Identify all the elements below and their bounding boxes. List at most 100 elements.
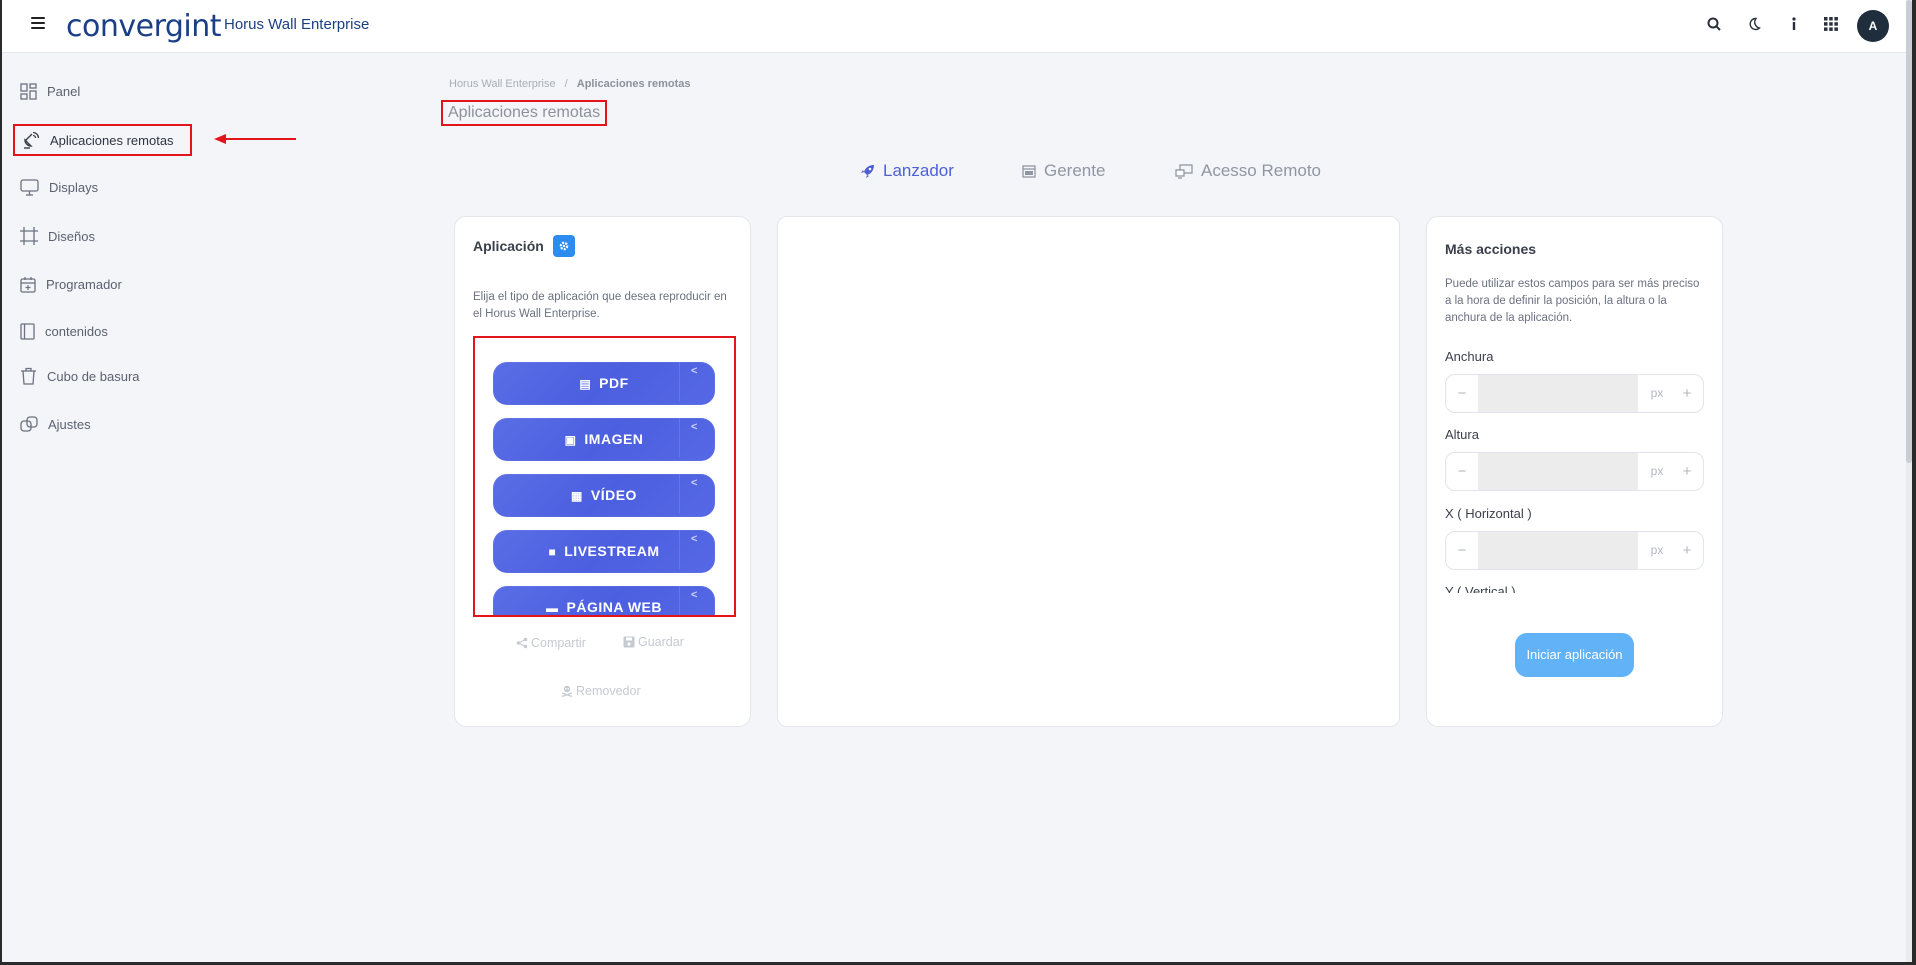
height-stepper: − px + (1445, 452, 1704, 491)
breadcrumb-current: Aplicaciones remotas (576, 78, 691, 90)
sidebar-item-label: Displays (49, 179, 99, 195)
skull-crossbones-icon (561, 685, 573, 697)
pagina-web-button-label: PÁGINA WEB (566, 599, 662, 615)
increment-button[interactable]: + (1671, 375, 1703, 412)
sidebar-item-label: Panel (47, 83, 81, 99)
sidebar-item-contenidos[interactable]: contenidos (20, 316, 108, 346)
share-icon[interactable]: < (679, 582, 709, 615)
share-action-label: Compartir (531, 636, 586, 650)
more-actions-description: Puede utilizar estos campos para ser más… (1445, 278, 1700, 324)
tab-lanzador[interactable]: Lanzador (860, 161, 954, 181)
remove-action[interactable]: Removedor (561, 684, 641, 698)
image-icon: ▣ (564, 433, 577, 447)
sidebar-item-label: Diseños (48, 228, 95, 244)
share-icon[interactable]: < (679, 526, 709, 569)
sidebar-item-label: Ajustes (48, 416, 91, 432)
x-horizontal-label: X ( Horizontal ) (1445, 506, 1532, 521)
share-icon[interactable]: < (679, 414, 709, 457)
sidebar-item-disenos[interactable]: Diseños (20, 221, 95, 251)
application-buttons-panel: ▤ PDF < ▣ IMAGEN < ▦ VÍDEO < ■ LIVESTREAM < … (473, 336, 736, 617)
decrement-button[interactable]: − (1446, 532, 1478, 569)
width-input[interactable] (1478, 375, 1638, 412)
video-button[interactable]: ▦ VÍDEO < (493, 470, 715, 517)
web-page-icon: ▬ (546, 601, 559, 615)
book-icon (20, 322, 35, 340)
increment-button[interactable]: + (1671, 532, 1703, 569)
imagen-button[interactable]: ▣ IMAGEN < (493, 414, 715, 461)
rocket-icon (861, 164, 874, 178)
unit-label: px (1650, 464, 1664, 478)
info-icon[interactable] (1782, 14, 1806, 38)
preview-canvas[interactable] (777, 216, 1400, 727)
apps-grid-icon[interactable] (1819, 14, 1843, 38)
sidebar-item-label: Programador (46, 276, 122, 292)
breadcrumb-separator: / (564, 78, 568, 90)
y-vertical-label: Y ( Vertical ) (1445, 584, 1516, 593)
x-input[interactable] (1478, 532, 1638, 569)
monitor-icon (20, 178, 39, 196)
breadcrumb-root[interactable]: Horus Wall Enterprise (449, 78, 556, 90)
sidebar-item-label: contenidos (45, 323, 108, 339)
product-name: Horus Wall Enterprise (224, 16, 370, 33)
x-stepper: − px + (1445, 531, 1704, 570)
logo-text: convergint (66, 9, 222, 44)
height-input[interactable] (1478, 453, 1638, 490)
sidebar-item-label: Aplicaciones remotas (50, 132, 174, 148)
file-pdf-icon: ▤ (579, 377, 592, 391)
scrollbar-thumb[interactable] (1906, 0, 1912, 463)
save-icon (623, 636, 635, 648)
decrement-button[interactable]: − (1446, 453, 1478, 490)
dashboard-icon (20, 82, 37, 100)
width-label: Anchura (1445, 349, 1494, 364)
window-icon (1022, 164, 1036, 178)
page-scrollbar[interactable] (1906, 0, 1912, 962)
red-arrow-annotation (214, 134, 296, 144)
gear-icon[interactable] (553, 235, 575, 257)
width-stepper: − px + (1445, 374, 1704, 413)
remote-desktop-icon (1175, 163, 1193, 179)
moon-icon[interactable] (1742, 14, 1766, 38)
sidebar-item-cubo-de-basura[interactable]: Cubo de basura (20, 361, 140, 391)
y-field-clip: Y ( Vertical ) (1445, 584, 1707, 593)
share-icon[interactable]: < (679, 470, 709, 513)
sidebar-item-ajustes[interactable]: Ajustes (20, 409, 91, 439)
avatar[interactable]: A (1857, 10, 1889, 42)
sidebar-item-displays[interactable]: Displays (20, 172, 98, 202)
increment-button[interactable]: + (1671, 453, 1703, 490)
pagina-web-button[interactable]: ▬ PÁGINA WEB < (493, 582, 715, 615)
menu-icon[interactable] (31, 17, 45, 29)
height-label: Altura (1445, 427, 1479, 442)
share-icon[interactable]: < (679, 358, 709, 401)
sidebar-item-label: Cubo de basura (47, 368, 140, 384)
share-icon (516, 637, 528, 649)
pdf-button-label: PDF (599, 375, 629, 391)
livestream-button[interactable]: ■ LIVESTREAM < (493, 526, 715, 573)
save-action[interactable]: Guardar (623, 635, 684, 649)
application-card-title: Aplicación (473, 238, 544, 254)
settings-icon (20, 416, 38, 432)
breadcrumb: Horus Wall Enterprise / Aplicaciones rem… (449, 78, 690, 90)
sidebar-item-aplicaciones-remotas[interactable]: Aplicaciones remotas (13, 124, 192, 156)
crop-icon (20, 227, 38, 245)
video-camera-icon: ■ (548, 545, 557, 559)
satellite-dish-icon (24, 131, 40, 149)
tab-label: Acesso Remoto (1201, 161, 1321, 180)
tab-acesso-remoto[interactable]: Acesso Remoto (1175, 161, 1321, 181)
tab-label: Gerente (1044, 161, 1106, 180)
sidebar-item-programador[interactable]: Programador (20, 269, 122, 299)
trash-icon (21, 367, 36, 385)
decrement-button[interactable]: − (1446, 375, 1478, 412)
start-application-button[interactable]: Iniciar aplicación (1515, 633, 1634, 677)
pdf-button[interactable]: ▤ PDF < (493, 358, 715, 405)
imagen-button-label: IMAGEN (584, 431, 644, 447)
calendar-plus-icon (20, 276, 36, 293)
remove-action-label: Removedor (576, 684, 641, 698)
video-button-label: VÍDEO (590, 487, 637, 503)
share-action[interactable]: Compartir (516, 636, 586, 650)
more-actions-title: Más acciones (1445, 241, 1537, 257)
unit-label: px (1650, 543, 1664, 557)
sidebar-item-panel[interactable]: Panel (20, 76, 80, 106)
search-icon[interactable] (1702, 14, 1726, 38)
livestream-button-label: LIVESTREAM (564, 543, 660, 559)
tab-gerente[interactable]: Gerente (1022, 161, 1105, 181)
